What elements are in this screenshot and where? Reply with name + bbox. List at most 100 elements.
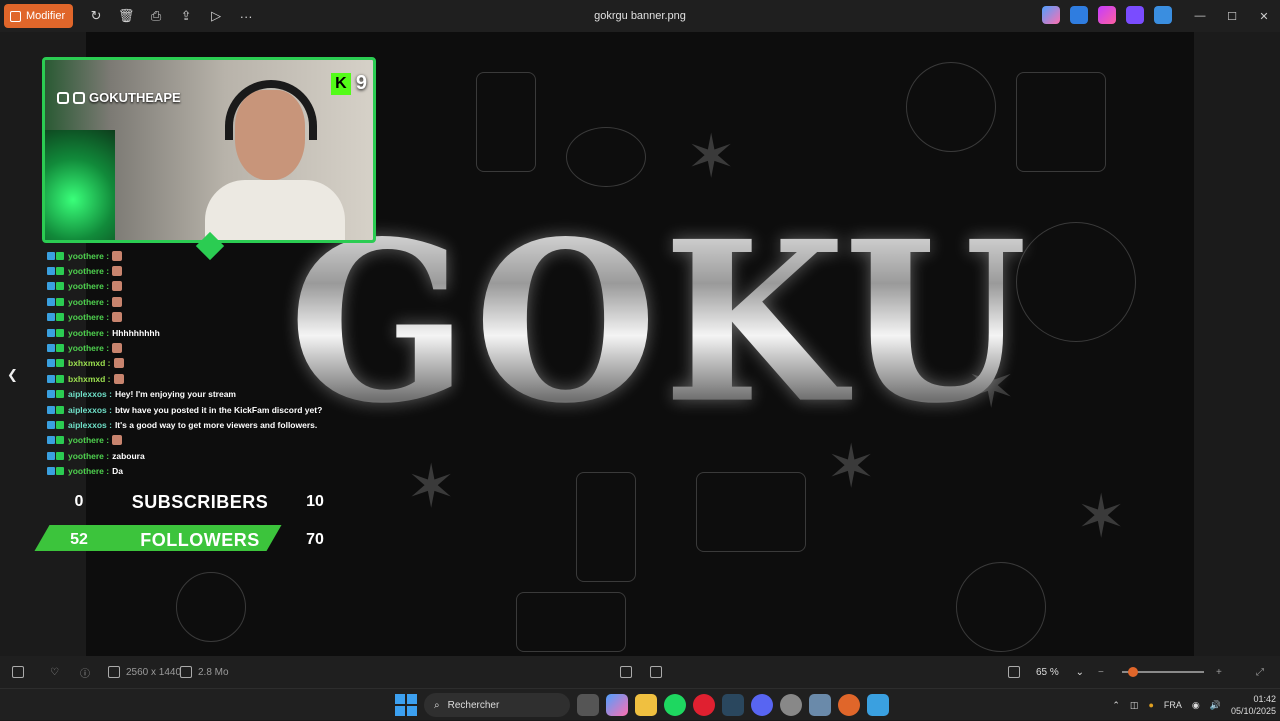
rotate-icon[interactable]: ↻ <box>82 4 110 28</box>
copilot-icon[interactable] <box>606 694 628 716</box>
zoom-slider[interactable] <box>1122 667 1204 677</box>
share-icon[interactable]: ⇪ <box>172 4 200 28</box>
emote-icon <box>112 266 123 277</box>
taskbar: ⌕ Rechercher ⌃ ◫ ● FRA ◉ 🔊 01:42 05/10/2… <box>0 688 1280 720</box>
subscribers-label: SUBSCRIBERS <box>131 491 269 512</box>
delete-icon[interactable]: 🗑 <box>112 4 140 28</box>
chat-message: yoothere : <box>47 433 347 448</box>
badge-icon <box>47 420 55 429</box>
followers-goal: 70 <box>306 531 324 548</box>
fullscreen-icon[interactable]: ⤢ <box>1256 667 1264 678</box>
clock[interactable]: 01:42 05/10/2025 <box>1231 693 1276 717</box>
favorite-icon[interactable]: ♡ <box>50 667 59 678</box>
media-player-icon[interactable] <box>838 694 860 716</box>
network-icon[interactable]: ◫ <box>1130 700 1139 711</box>
emote-icon <box>113 358 124 369</box>
doodle-lighter-2 <box>576 472 636 582</box>
chevron-up-icon[interactable]: ⌃ <box>1112 700 1120 711</box>
chat-message: aiplexxos : It's a good way to get more v… <box>47 417 347 432</box>
tiktok-icon <box>57 91 69 104</box>
emote-icon <box>112 250 123 261</box>
followers-label: FOLLOWERS <box>140 529 260 550</box>
doodle-grinder-2 <box>956 562 1046 652</box>
emote-icon <box>112 312 123 323</box>
leaf-icon: ✶ <box>1076 483 1127 550</box>
badge-icon <box>56 420 64 429</box>
onedrive-icon[interactable] <box>1154 6 1172 24</box>
previous-image-icon[interactable]: ❮ <box>7 367 18 382</box>
wifi-icon[interactable]: ◉ <box>1192 700 1200 711</box>
status-bar: ♡ ⓘ 2560 x 1440 2.8 Mo 65 % ⌄ − + ⤢ <box>0 656 1280 688</box>
badge-icon <box>56 390 64 399</box>
filmstrip-icon[interactable] <box>12 666 24 678</box>
chat-message: yoothere : zaboura <box>47 448 347 463</box>
app-icon[interactable] <box>780 694 802 716</box>
designer-icon[interactable] <box>1070 6 1088 24</box>
badge-icon <box>47 297 55 306</box>
start-button[interactable] <box>395 694 417 716</box>
file-explorer-icon[interactable] <box>635 694 657 716</box>
edit-button[interactable]: Modifier <box>4 4 74 28</box>
doodle-grinder <box>906 62 996 152</box>
info-icon[interactable]: ⓘ <box>80 665 90 680</box>
badge-icon <box>47 267 55 276</box>
photos-app-icon[interactable] <box>867 694 889 716</box>
chat-username: yoothere : <box>68 250 110 261</box>
badge-icon <box>56 313 64 322</box>
emote-icon <box>112 435 123 446</box>
chat-text: zaboura <box>112 450 145 461</box>
taskbar-apps: ⌕ Rechercher <box>395 693 889 717</box>
fit-icon[interactable] <box>620 666 632 678</box>
doodle-jar <box>1016 72 1106 172</box>
photos-icon[interactable] <box>1126 6 1144 24</box>
search-icon: ⌕ <box>434 699 440 711</box>
badge-icon <box>56 359 64 368</box>
chat-username: yoothere : <box>68 327 110 338</box>
minimize-button[interactable]: — <box>1184 0 1216 32</box>
slideshow-icon[interactable]: ▷ <box>202 4 230 28</box>
maximize-button[interactable]: ☐ <box>1216 0 1248 32</box>
more-icon[interactable]: ··· <box>232 4 260 28</box>
print-icon[interactable]: ⎙ <box>142 4 170 28</box>
badge-icon <box>56 251 64 260</box>
screenshot-icon[interactable] <box>1008 666 1020 678</box>
chat-username: aiplexxos : <box>68 389 112 400</box>
spotify-icon[interactable] <box>664 694 686 716</box>
subscribers-current: 0 <box>74 493 84 510</box>
image-viewer: ❮ ✶ ✶ ✶ ✶ ✶ GOKU GOKUTHEAPE <box>0 32 1280 656</box>
language-indicator[interactable]: FRA <box>1164 700 1182 710</box>
actual-size-icon[interactable] <box>650 666 662 678</box>
webcam-frame: GOKUTHEAPE K 9 <box>42 57 376 243</box>
chat-text: Hhhhhhhhh <box>112 327 160 338</box>
badge-icon <box>47 405 55 414</box>
copilot-icon[interactable] <box>1042 6 1060 24</box>
headset-icon <box>225 80 317 140</box>
zoom-slider-thumb[interactable] <box>1128 667 1138 677</box>
chat-message: aiplexxos : Hey! I'm enjoying your stream <box>47 387 347 402</box>
badge-icon <box>47 251 55 260</box>
microphone-icon[interactable]: ● <box>1148 700 1153 710</box>
volume-icon[interactable]: 🔊 <box>1210 700 1221 711</box>
settings-icon[interactable] <box>809 694 831 716</box>
chat-username: yoothere : <box>68 435 110 446</box>
clipchamp-icon[interactable] <box>1098 6 1116 24</box>
subscribers-goal: 10 <box>306 493 324 510</box>
task-view-icon[interactable] <box>577 694 599 716</box>
steam-icon[interactable] <box>722 694 744 716</box>
chat-username: yoothere : <box>68 266 110 277</box>
zoom-in-icon[interactable]: + <box>1216 667 1222 678</box>
window-controls: — ☐ ✕ <box>1184 0 1280 32</box>
discord-icon[interactable] <box>751 694 773 716</box>
badge-icon <box>47 313 55 322</box>
chat-text: Da <box>112 466 123 477</box>
handle-text: GOKUTHEAPE <box>89 90 181 105</box>
badge-icon <box>47 328 55 337</box>
leaf-icon: ✶ <box>406 453 457 520</box>
search-box[interactable]: ⌕ Rechercher <box>424 693 570 717</box>
zoom-select[interactable]: 65 % ⌄ <box>1036 662 1084 682</box>
opera-icon[interactable] <box>693 694 715 716</box>
badge-icon <box>56 297 64 306</box>
close-button[interactable]: ✕ <box>1248 0 1280 32</box>
zoom-out-icon[interactable]: − <box>1098 667 1104 678</box>
badge-icon <box>56 436 64 445</box>
